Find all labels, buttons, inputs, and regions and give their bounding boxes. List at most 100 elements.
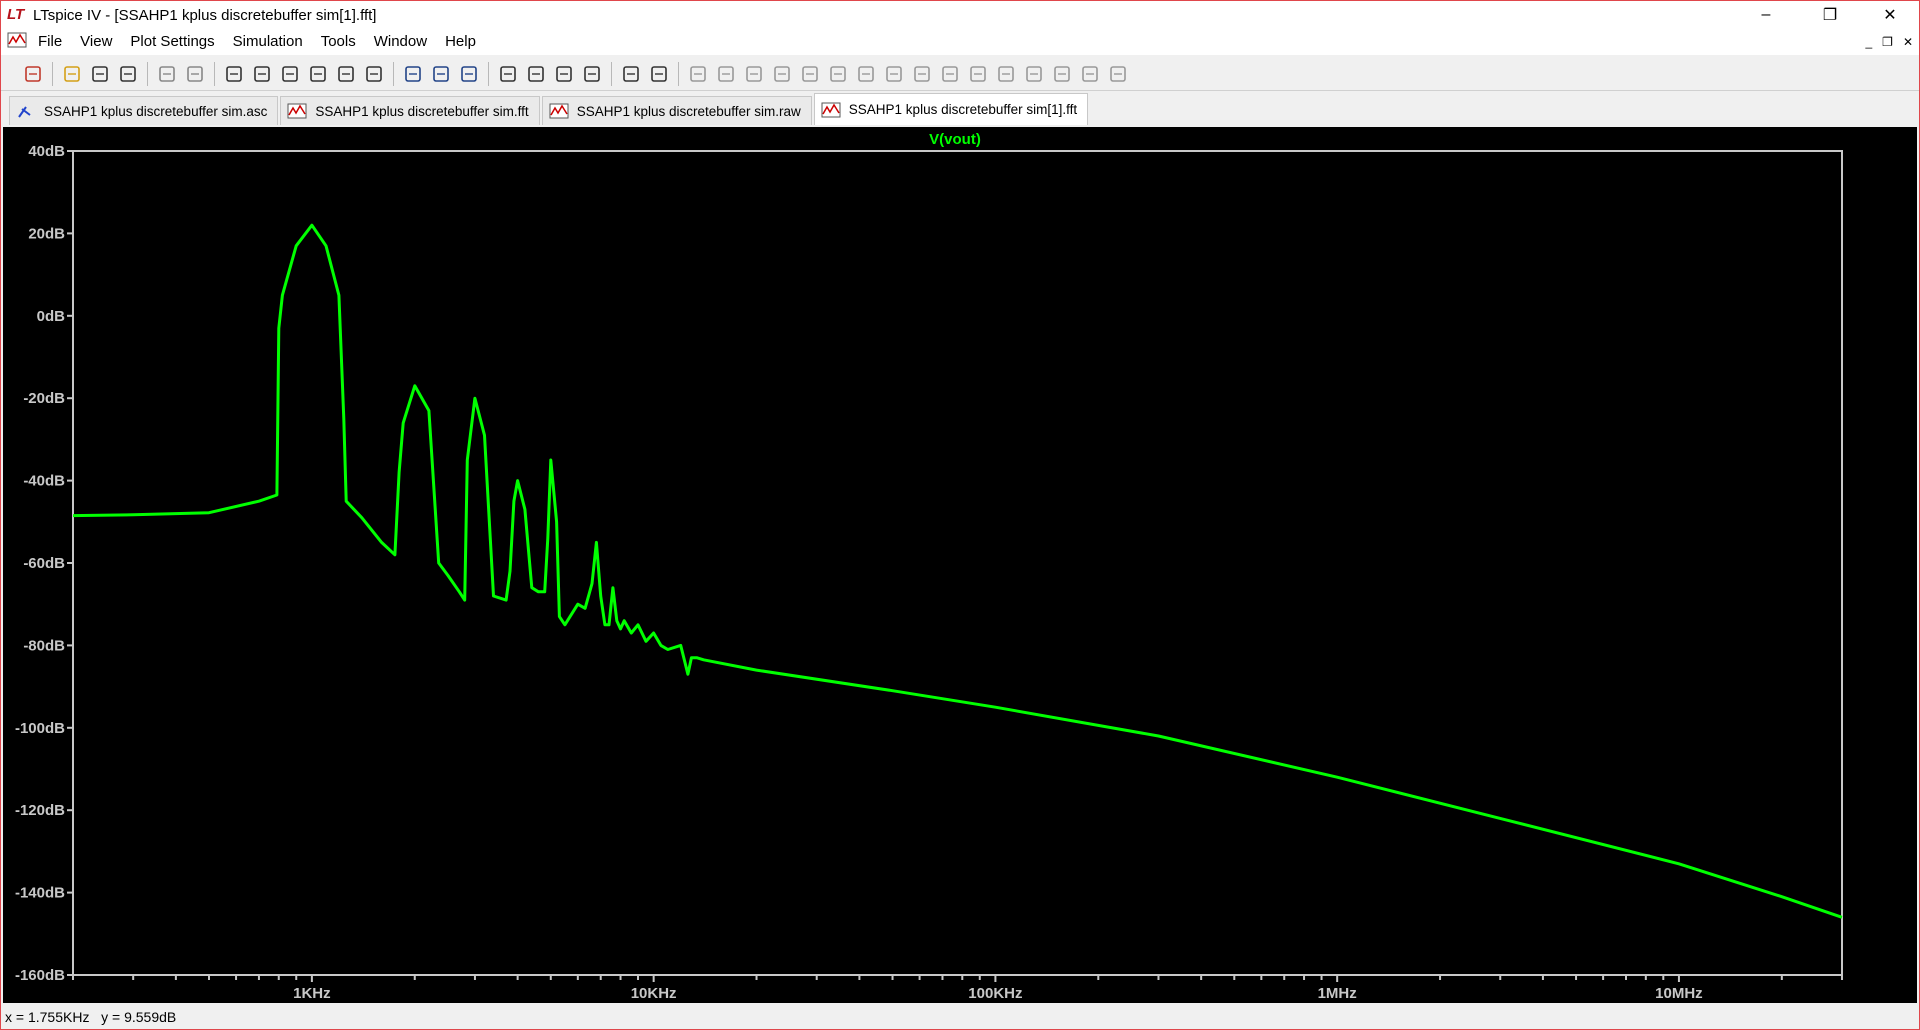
move-icon bbox=[914, 65, 930, 82]
capacitor-icon bbox=[802, 65, 818, 82]
title-bar[interactable]: LT LTspice IV - [SSAHP1 kplus discretebu… bbox=[1, 1, 1919, 29]
fft-chart[interactable]: V(vout) 40dB 20dB 0dB -20dB -40dB -60dB -80dB -… bbox=[3, 127, 1919, 1003]
save-button[interactable] bbox=[89, 63, 111, 85]
redo-button[interactable] bbox=[995, 63, 1017, 85]
menu-window[interactable]: Window bbox=[365, 29, 436, 55]
zoom-out-button[interactable] bbox=[279, 63, 301, 85]
print-button[interactable] bbox=[648, 63, 670, 85]
tile-horizontal-button[interactable] bbox=[402, 63, 424, 85]
tab-3[interactable]: SSAHP1 kplus discretebuffer sim.raw bbox=[541, 96, 812, 125]
inductor-button[interactable] bbox=[827, 63, 849, 85]
x-tick-label: 100KHz bbox=[968, 985, 1022, 1002]
control-panel-icon bbox=[120, 65, 136, 82]
spice-directive-button[interactable] bbox=[1107, 63, 1129, 85]
find-icon bbox=[584, 65, 600, 82]
diode-icon bbox=[858, 65, 874, 82]
diode-button[interactable] bbox=[855, 63, 877, 85]
zoom-in-icon bbox=[226, 65, 242, 82]
cascade-button[interactable] bbox=[430, 63, 452, 85]
ground-icon bbox=[718, 65, 734, 82]
component-icon bbox=[886, 65, 902, 82]
trace-label[interactable]: V(vout) bbox=[929, 131, 981, 148]
waveform-plot-pane[interactable]: V(vout) 40dB 20dB 0dB -20dB -40dB -60dB -80dB -… bbox=[3, 127, 1919, 1003]
y-tick-label: -60dB bbox=[23, 555, 65, 572]
tab-1[interactable]: SSAHP1 kplus discretebuffer sim.asc bbox=[9, 96, 279, 125]
paste-icon bbox=[556, 65, 572, 82]
component-button[interactable] bbox=[883, 63, 905, 85]
waveform-icon bbox=[549, 103, 569, 119]
document-menu-icon[interactable] bbox=[7, 32, 29, 52]
mdi-restore-button[interactable]: ❐ bbox=[1882, 35, 1893, 49]
copy-icon bbox=[528, 65, 544, 82]
minimize-button[interactable]: – bbox=[1743, 1, 1789, 29]
move-button[interactable] bbox=[911, 63, 933, 85]
close-button[interactable]: ✕ bbox=[1867, 1, 1913, 29]
tab-2[interactable]: SSAHP1 kplus discretebuffer sim.fft bbox=[280, 96, 540, 125]
tab-label: SSAHP1 kplus discretebuffer sim.asc bbox=[44, 103, 268, 119]
maximize-button[interactable]: ❐ bbox=[1807, 1, 1853, 29]
new-schematic-button[interactable] bbox=[22, 63, 44, 85]
redo-icon bbox=[998, 65, 1014, 82]
drag-button[interactable] bbox=[939, 63, 961, 85]
cut-button[interactable] bbox=[497, 63, 519, 85]
find-button[interactable] bbox=[581, 63, 603, 85]
zoom-out-icon bbox=[282, 65, 298, 82]
ltspice-logo-icon: LT bbox=[7, 6, 25, 23]
series-line-v-vout-[interactable] bbox=[72, 223, 1843, 919]
zoom-extent-button[interactable] bbox=[363, 63, 385, 85]
menu-tools[interactable]: Tools bbox=[312, 29, 365, 55]
y-tick-label: -20dB bbox=[23, 390, 65, 407]
halt-button[interactable] bbox=[184, 63, 206, 85]
zoom-extent-icon bbox=[366, 65, 382, 82]
toolbar bbox=[1, 57, 1919, 91]
autorange-button[interactable] bbox=[335, 63, 357, 85]
resistor-icon bbox=[774, 65, 790, 82]
control-panel-button[interactable] bbox=[117, 63, 139, 85]
menu-bar: File View Plot Settings Simulation Tools… bbox=[1, 29, 1919, 55]
menu-file[interactable]: File bbox=[29, 29, 71, 55]
open-button[interactable] bbox=[61, 63, 83, 85]
toolbar-separator bbox=[214, 61, 215, 86]
y-tick-label: 40dB bbox=[28, 143, 65, 160]
menu-view[interactable]: View bbox=[71, 29, 121, 55]
x-tick-label: 1MHz bbox=[1318, 985, 1357, 1002]
zoom-fit-button[interactable] bbox=[307, 63, 329, 85]
x-tick-label: 10MHz bbox=[1655, 985, 1703, 1002]
zoom-in-button[interactable] bbox=[223, 63, 245, 85]
label-button[interactable] bbox=[743, 63, 765, 85]
rotate-button[interactable] bbox=[1023, 63, 1045, 85]
tile-vertical-button[interactable] bbox=[458, 63, 480, 85]
toolbar-separator bbox=[393, 61, 394, 86]
run-button[interactable] bbox=[156, 63, 178, 85]
toolbar-separator bbox=[52, 61, 53, 86]
undo-button[interactable] bbox=[967, 63, 989, 85]
waveform-icon bbox=[287, 103, 307, 119]
zoom-area-button[interactable] bbox=[251, 63, 273, 85]
wire-button[interactable] bbox=[687, 63, 709, 85]
tab-label: SSAHP1 kplus discretebuffer sim.fft bbox=[315, 103, 529, 119]
zoom-area-icon bbox=[254, 65, 270, 82]
tab-label: SSAHP1 kplus discretebuffer sim.raw bbox=[576, 103, 801, 119]
print-preview-button[interactable] bbox=[620, 63, 642, 85]
paste-button[interactable] bbox=[553, 63, 575, 85]
resistor-button[interactable] bbox=[771, 63, 793, 85]
menu-plot-settings[interactable]: Plot Settings bbox=[121, 29, 223, 55]
text-button[interactable] bbox=[1079, 63, 1101, 85]
menu-help[interactable]: Help bbox=[436, 29, 485, 55]
inductor-icon bbox=[830, 65, 846, 82]
ground-button[interactable] bbox=[715, 63, 737, 85]
wire-icon bbox=[690, 65, 706, 82]
capacitor-button[interactable] bbox=[799, 63, 821, 85]
status-bar: x = 1.755KHz y = 9.559dB bbox=[1, 1005, 1919, 1029]
copy-button[interactable] bbox=[525, 63, 547, 85]
open-icon bbox=[64, 65, 80, 82]
right-edge bbox=[1917, 127, 1919, 1003]
mdi-close-button[interactable]: ✕ bbox=[1903, 35, 1913, 49]
drag-icon bbox=[942, 65, 958, 82]
menu-simulation[interactable]: Simulation bbox=[224, 29, 312, 55]
tab-4[interactable]: SSAHP1 kplus discretebuffer sim[1].fft bbox=[813, 93, 1089, 125]
new-schematic-icon bbox=[25, 65, 41, 82]
mirror-button[interactable] bbox=[1051, 63, 1073, 85]
mdi-minimize-button[interactable]: _ bbox=[1865, 35, 1872, 49]
mirror-icon bbox=[1054, 65, 1070, 82]
